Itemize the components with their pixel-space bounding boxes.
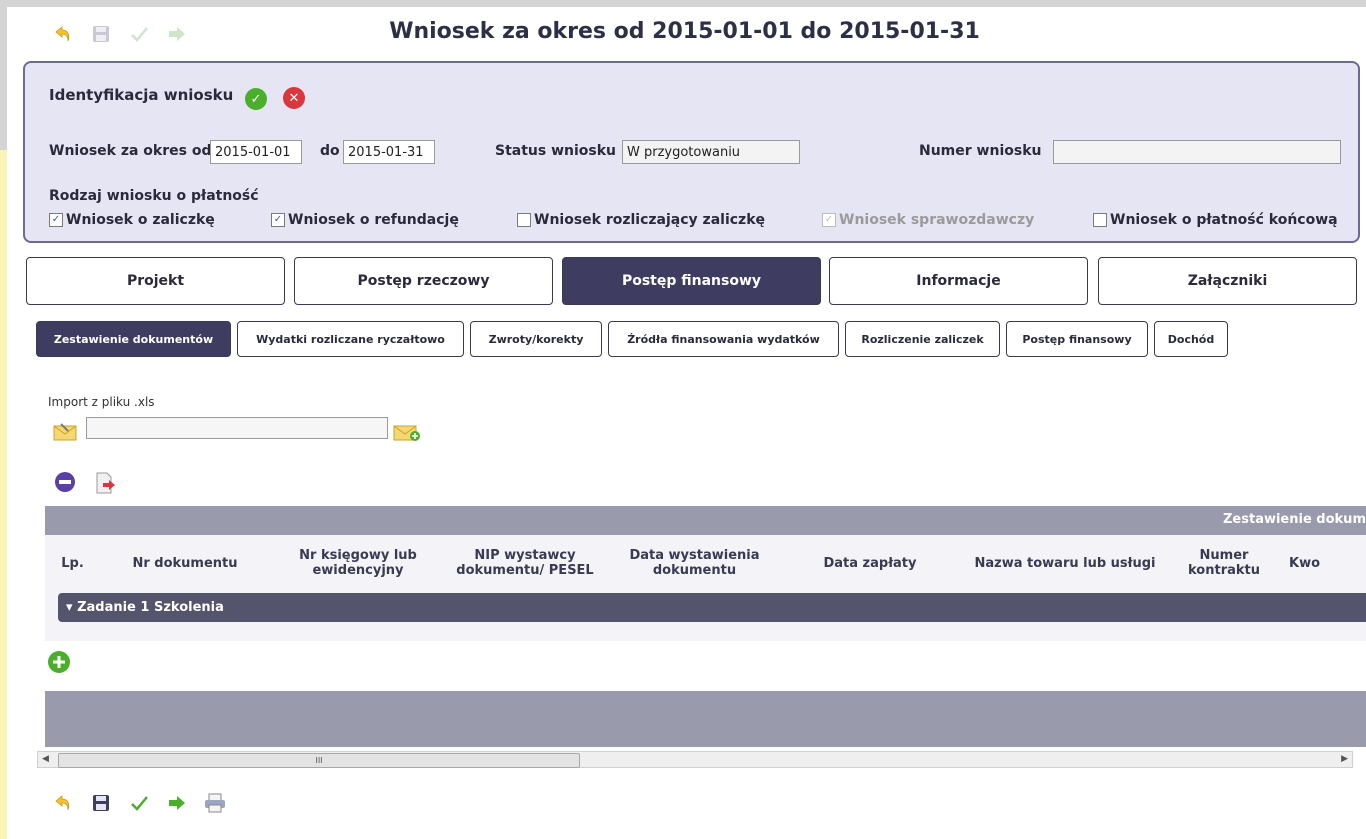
number-label: Numer wniosku	[919, 143, 1042, 159]
identification-title: Identyfikacja wniosku	[49, 86, 234, 104]
tab-zalaczniki[interactable]: Załączniki	[1098, 257, 1357, 305]
import-add-icon[interactable]	[393, 421, 421, 445]
period-label: Wniosek za okres od	[49, 143, 212, 159]
page: Wniosek za okres od 2015-01-01 do 2015-0…	[7, 7, 1366, 839]
checkbox-box: ✓	[822, 213, 836, 227]
type-label: Rodzaj wniosku o płatność	[49, 188, 259, 204]
checkbox-koncowa[interactable]: Wniosek o płatność końcową	[1093, 212, 1338, 228]
import-file-field[interactable]	[86, 417, 388, 439]
period-to-field[interactable]	[343, 140, 435, 164]
add-row-icon[interactable]	[47, 650, 71, 678]
col-data-wystawienia: Data wystawienia dokumentu	[629, 548, 760, 578]
col-data-zaplaty: Data zapłaty	[823, 555, 917, 571]
scroll-left-icon[interactable]: ◀	[42, 754, 49, 764]
scroll-thumb[interactable]: III	[58, 753, 580, 768]
number-field	[1053, 140, 1341, 164]
subtab-zwroty-korekty[interactable]: Zwroty/korekty	[470, 321, 602, 357]
check-icon[interactable]	[128, 792, 150, 814]
col-nr-dokumentu: Nr dokumentu	[132, 555, 238, 571]
tab-informacje[interactable]: Informacje	[829, 257, 1088, 305]
horizontal-scrollbar[interactable]: ◀ III ▶	[37, 751, 1353, 768]
to-label: do	[320, 143, 340, 159]
checkbox-box[interactable]: ✓	[271, 213, 285, 227]
identification-panel: Identyfikacja wniosku ✓ ✕ Wniosek za okr…	[23, 61, 1360, 243]
save-icon[interactable]	[90, 792, 112, 814]
group-row[interactable]: ▾ Zadanie 1 Szkolenia	[58, 593, 1366, 622]
scroll-right-icon[interactable]: ▶	[1341, 754, 1348, 764]
attach-icon[interactable]	[53, 421, 79, 445]
checkbox-zaliczka[interactable]: ✓ Wniosek o zaliczkę	[49, 212, 215, 228]
page-title: Wniosek za okres od 2015-01-01 do 2015-0…	[389, 19, 980, 44]
col-nip: NIP wystawcy dokumentu/ PESEL	[456, 548, 594, 578]
table-header-row: Lp. Nr dokumentu Nr księgowy lub ewidenc…	[45, 535, 1366, 591]
reject-icon[interactable]: ✕	[283, 87, 305, 109]
subtab-postep-finansowy[interactable]: Postęp finansowy	[1006, 321, 1148, 357]
checkbox-refundacja[interactable]: ✓ Wniosek o refundację	[271, 212, 459, 228]
accept-icon[interactable]: ✓	[245, 88, 267, 110]
period-from-field[interactable]	[210, 140, 302, 164]
col-numer-kontraktu: Numer kontraktu	[1188, 548, 1260, 578]
subtab-zrodla-finansowania[interactable]: Źródła finansowania wydatków	[608, 321, 839, 357]
status-label: Status wniosku	[495, 143, 617, 159]
status-field	[622, 140, 800, 164]
col-kwota: Kwo	[1289, 555, 1321, 571]
table-caption: Zestawienie dokum	[1223, 512, 1366, 527]
table-footer-band	[45, 691, 1366, 747]
checkbox-rozliczajacy[interactable]: Wniosek rozliczający zaliczkę	[517, 212, 765, 228]
checkbox-box[interactable]: ✓	[49, 213, 63, 227]
forward-icon[interactable]	[166, 792, 188, 814]
tab-projekt[interactable]: Projekt	[26, 257, 285, 305]
checkbox-box[interactable]	[1093, 213, 1107, 227]
print-icon[interactable]	[204, 792, 226, 814]
subtab-zestawienie-dokumentow[interactable]: Zestawienie dokumentów	[36, 321, 231, 357]
checkbox-box[interactable]	[517, 213, 531, 227]
tab-postep-rzeczowy[interactable]: Postęp rzeczowy	[294, 257, 553, 305]
import-label: Import z pliku .xls	[48, 395, 155, 409]
col-lp: Lp.	[61, 555, 84, 571]
subtab-dochod[interactable]: Dochód	[1154, 321, 1228, 357]
left-strip	[0, 150, 7, 839]
undo-icon[interactable]	[52, 792, 74, 814]
bottom-toolbar	[52, 792, 226, 814]
export-icon[interactable]	[94, 471, 118, 499]
col-nr-ksiegowy: Nr księgowy lub ewidencyjny	[299, 548, 417, 578]
subtab-wydatki-ryczaltowo[interactable]: Wydatki rozliczane ryczałtowo	[237, 321, 464, 357]
tab-postep-finansowy[interactable]: Postęp finansowy	[562, 257, 821, 305]
subtab-rozliczenie-zaliczek[interactable]: Rozliczenie zaliczek	[845, 321, 1000, 357]
checkbox-sprawozdawczy: ✓ Wniosek sprawozdawczy	[822, 212, 1034, 228]
col-nazwa-towaru: Nazwa towaru lub usługi	[974, 555, 1156, 571]
table-caption-band: Zestawienie dokum	[45, 506, 1366, 535]
remove-icon[interactable]	[54, 471, 76, 497]
